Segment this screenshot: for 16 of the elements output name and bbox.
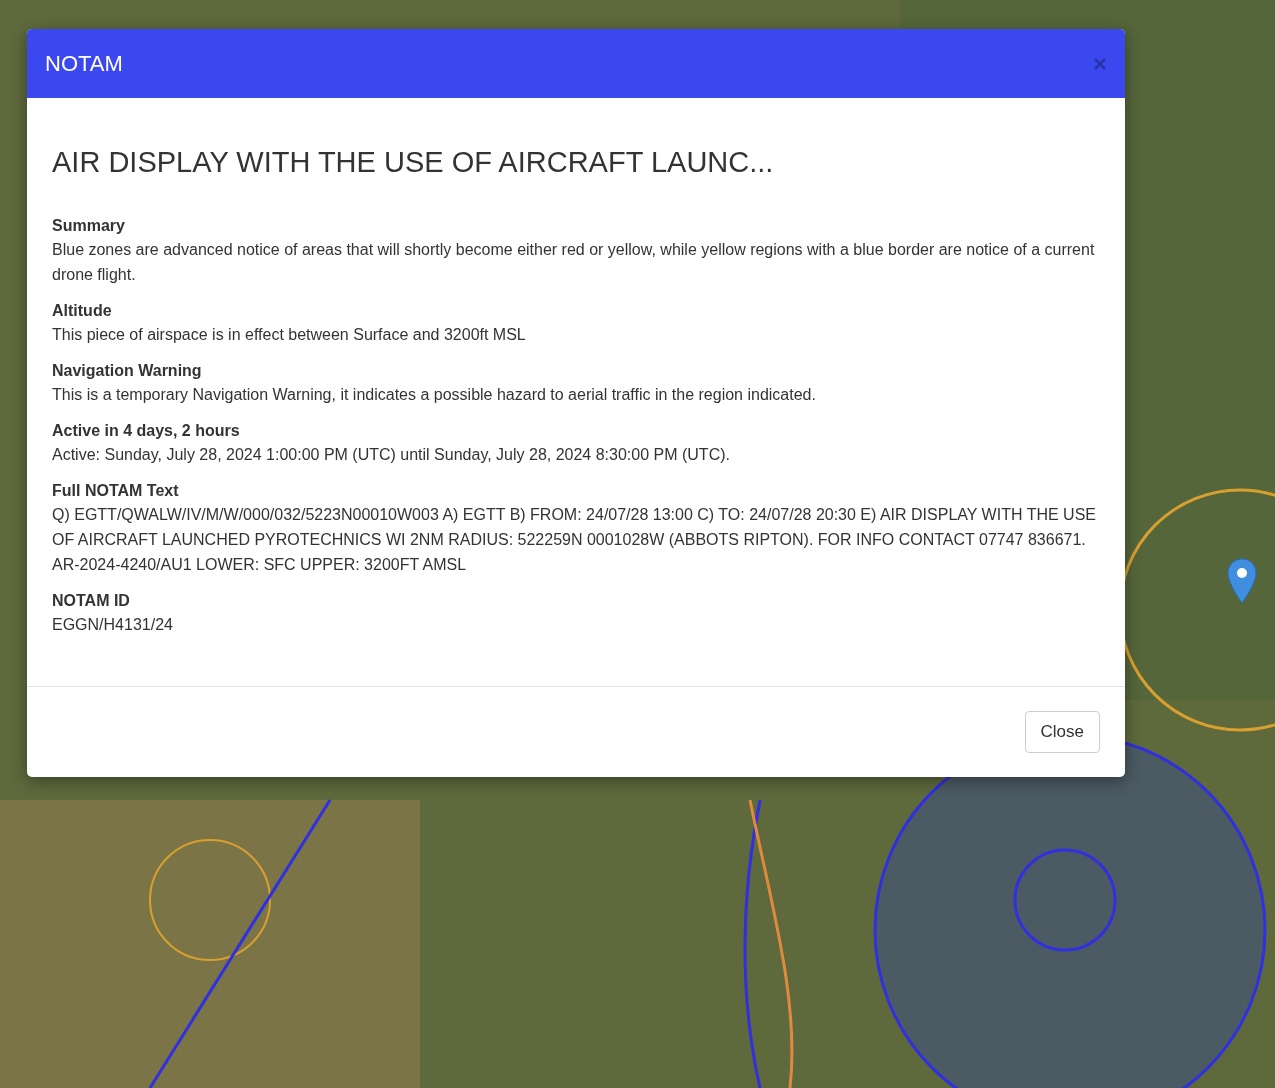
section-text: EGGN/H4131/24: [52, 615, 174, 635]
notam-heading: AIR DISPLAY WITH THE USE OF AIRCRAFT LAUNC...: [52, 146, 775, 179]
section-label: Full NOTAM Text: [52, 481, 180, 501]
section-label: Active in 4 days, 2 hours: [52, 421, 241, 441]
section-label: Summary: [52, 216, 126, 236]
close-button[interactable]: Close: [1024, 711, 1100, 753]
section-label: Navigation Warning: [52, 361, 203, 381]
section-text: This piece of airspace is in effect between Surface and 3200ft MSL: [52, 325, 527, 345]
section-text: This is a temporary Navigation Warning, it indicates a possible hazard to aerial traffic in the region indicated.: [52, 385, 817, 405]
map-pin-icon[interactable]: [1227, 558, 1257, 604]
section-label: Altitude: [52, 301, 113, 321]
dialog-title: NOTAM: [45, 50, 123, 77]
section-text: Blue zones are advanced notice of areas that will shortly become either red or yellow, while yellow regions with a blue border are notice of a current drone flight.: [52, 240, 1096, 285]
section-label: NOTAM ID: [52, 591, 131, 611]
section-text: Q) EGTT/QWALW/IV/M/W/000/032/5223N00010W003 A) EGTT B) FROM: 24/07/28 13:00 C) TO: 24/07/28 20:30 E) AIR DISPLAY WITH THE USE OF AIRCRAFT LAUNCHED PYROTECHNICS WI 2NM RADIUS: 522259N 0001028W (ABBOTS RIPTON). FOR INFO CONTACT 07747 836671. AR-2024-4240/AU1 LOWER: SFC UPPER: 3200FT AMSL: [52, 505, 1097, 575]
section-text: Active: Sunday, July 28, 2024 1:00:00 PM (UTC) until Sunday, July 28, 2024 8:30:00 PM (UTC).: [52, 445, 731, 465]
